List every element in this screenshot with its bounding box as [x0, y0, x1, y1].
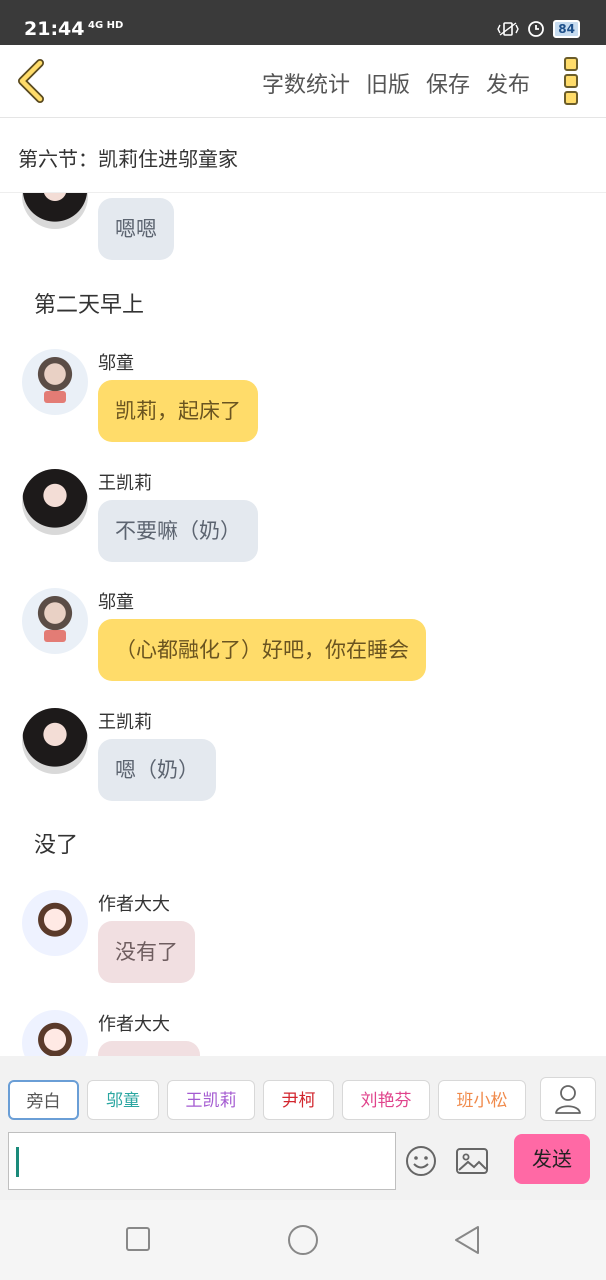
vibrate-icon — [497, 22, 520, 36]
back-button[interactable] — [14, 59, 50, 103]
avatar[interactable] — [22, 890, 88, 956]
more-menu-button[interactable] — [564, 57, 580, 105]
recents-button[interactable] — [124, 1224, 152, 1258]
sender-name: 邬童 — [98, 592, 134, 613]
image-button[interactable] — [455, 1146, 489, 1180]
text-caret — [16, 1147, 19, 1177]
message-bubble[interactable]: 嗯嗯 — [98, 198, 174, 260]
sender-name: 王凯莉 — [98, 712, 152, 733]
character-selector: 旁白 邬童 王凯莉 尹柯 刘艳芬 班小松 — [0, 1056, 606, 1126]
message-bubble[interactable]: 不要嘛（奶） — [98, 500, 258, 562]
avatar[interactable] — [22, 193, 88, 229]
more-dot-icon — [564, 74, 578, 88]
character-manager-button[interactable] — [540, 1077, 596, 1121]
top-actions: 字数统计 旧版 保存 发布 — [262, 67, 530, 99]
sender-name: 邬童 — [98, 353, 134, 374]
message-bubble[interactable]: （心都融化了）好吧，你在睡会 — [98, 619, 426, 681]
chip-character[interactable]: 邬童 — [87, 1080, 159, 1120]
system-nav-bar — [0, 1200, 606, 1280]
home-button[interactable] — [286, 1224, 320, 1260]
chip-character[interactable]: 班小松 — [438, 1080, 526, 1120]
save-button[interactable]: 保存 — [426, 67, 470, 99]
jersey-mark — [44, 630, 66, 642]
alarm-icon — [528, 21, 545, 37]
chevron-left-icon — [18, 59, 44, 103]
status-time: 21:44 — [24, 18, 85, 40]
image-icon — [456, 1148, 488, 1174]
emoji-button[interactable] — [404, 1144, 438, 1182]
sender-name: 作者大大 — [98, 894, 170, 915]
narration-text[interactable]: 没了 — [34, 827, 78, 859]
more-dot-icon — [564, 91, 578, 105]
send-button[interactable]: 发送 — [514, 1134, 590, 1184]
chapter-title[interactable]: 第六节：凯莉住进邬童家 — [18, 143, 238, 172]
network-indicator: 4G HD — [88, 20, 124, 31]
composer: 发送 — [0, 1126, 606, 1200]
chapter-header: 第六节：凯莉住进邬童家 — [0, 118, 606, 193]
status-icons: 84 — [497, 20, 580, 38]
more-dot-icon — [564, 57, 578, 71]
message-bubble[interactable] — [98, 1041, 200, 1056]
editor-top-bar: 字数统计 旧版 保存 发布 — [0, 45, 606, 118]
chip-character[interactable]: 刘艳芬 — [342, 1080, 430, 1120]
battery-indicator: 84 — [553, 20, 580, 38]
circle-icon — [288, 1225, 318, 1255]
message-bubble[interactable]: 没有了 — [98, 921, 195, 983]
avatar[interactable] — [22, 1010, 88, 1056]
message-bubble[interactable]: 嗯（奶） — [98, 739, 216, 801]
message-bubble[interactable]: 凯莉，起床了 — [98, 380, 258, 442]
status-bar: 21:44 4G HD 84 — [0, 0, 606, 45]
sender-name: 作者大大 — [98, 1014, 170, 1035]
word-count-button[interactable]: 字数统计 — [262, 67, 350, 99]
chip-character[interactable]: 尹柯 — [263, 1080, 334, 1120]
sender-name: 王凯莉 — [98, 473, 152, 494]
publish-button[interactable]: 发布 — [486, 67, 530, 99]
narration-text[interactable]: 第二天早上 — [34, 287, 144, 319]
person-icon — [555, 1085, 581, 1114]
smiley-icon — [406, 1146, 436, 1176]
triangle-back-icon — [455, 1226, 479, 1254]
chip-narration[interactable]: 旁白 — [8, 1080, 79, 1120]
back-nav-button[interactable] — [452, 1224, 482, 1260]
avatar[interactable] — [22, 469, 88, 535]
chip-character[interactable]: 王凯莉 — [167, 1080, 255, 1120]
message-input[interactable] — [8, 1132, 396, 1190]
avatar[interactable] — [22, 708, 88, 774]
chat-area[interactable]: 嗯嗯 第二天早上 邬童 凯莉，起床了 王凯莉 不要嘛（奶） 邬童 （心都融化了）… — [0, 193, 606, 1056]
old-version-button[interactable]: 旧版 — [366, 67, 410, 99]
jersey-mark — [44, 391, 66, 403]
avatar[interactable] — [22, 349, 88, 415]
square-icon — [126, 1227, 150, 1251]
avatar[interactable] — [22, 588, 88, 654]
